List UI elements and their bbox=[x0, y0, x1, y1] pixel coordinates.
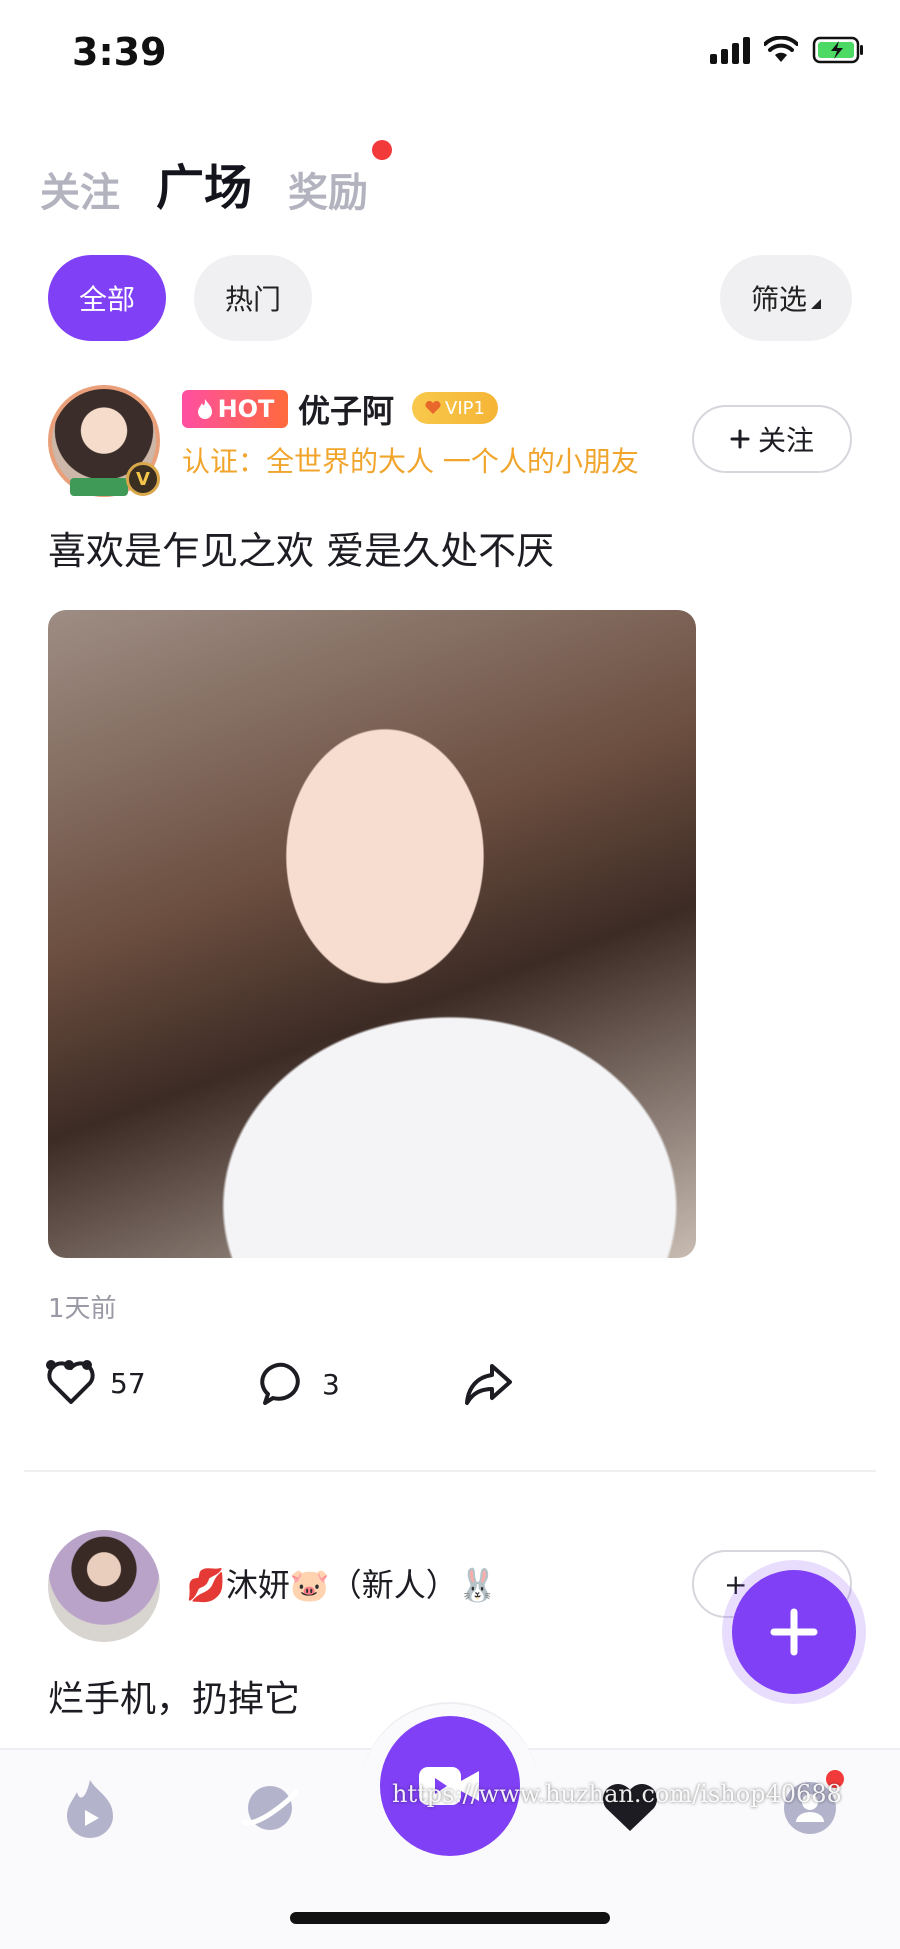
planet-icon bbox=[241, 1786, 299, 1830]
avatar-frame-ornament bbox=[70, 478, 128, 496]
filter-chip-all[interactable]: 全部 bbox=[48, 255, 166, 341]
status-time: 3:39 bbox=[72, 30, 167, 74]
heart-outline-icon bbox=[47, 1361, 95, 1404]
create-post-fab-inner bbox=[732, 1570, 856, 1694]
post-2-text: 烂手机，扔掉它 bbox=[48, 1679, 301, 1720]
nav-discover[interactable] bbox=[240, 1778, 300, 1838]
filter-chip-hot[interactable]: 热门 bbox=[194, 255, 312, 341]
status-bar: 3:39 bbox=[0, 0, 900, 110]
create-post-fab[interactable] bbox=[722, 1560, 866, 1704]
more-icon[interactable] bbox=[46, 1360, 856, 1370]
post-1-certification: 认证：全世界的大人 一个人的小朋友 bbox=[182, 445, 639, 478]
signal-icon bbox=[710, 36, 750, 64]
vip-badge: VIP1 bbox=[412, 392, 498, 424]
comment-button[interactable]: 3 bbox=[260, 1360, 340, 1408]
comment-count: 3 bbox=[322, 1367, 340, 1401]
watermark: https://www.huzhan.com/ishop40688 bbox=[392, 1780, 842, 1808]
like-button[interactable]: 57 bbox=[46, 1360, 146, 1406]
vip-badge-label: VIP1 bbox=[445, 397, 485, 419]
hot-badge-label: HOT bbox=[217, 395, 275, 423]
follow-button[interactable]: 关注 bbox=[692, 405, 852, 473]
nav-home[interactable] bbox=[60, 1778, 120, 1838]
home-indicator bbox=[290, 1912, 610, 1924]
tab-rewards[interactable]: 奖励 bbox=[288, 160, 368, 218]
caret-icon bbox=[811, 299, 821, 309]
verified-v-icon: V bbox=[126, 462, 160, 496]
plus-icon bbox=[770, 1608, 818, 1656]
share-icon bbox=[465, 1364, 512, 1405]
crown-heart-icon bbox=[425, 401, 441, 414]
rewards-notification-dot bbox=[372, 140, 392, 160]
tab-square[interactable]: 广场 bbox=[156, 148, 252, 218]
wifi-icon bbox=[764, 36, 798, 62]
filter-dropdown-button[interactable]: 筛选 bbox=[720, 255, 852, 341]
flame-icon bbox=[67, 1780, 113, 1838]
post-1-photo[interactable] bbox=[48, 610, 696, 1258]
post-1-actions: 57 3 bbox=[46, 1360, 856, 1416]
tab-follow[interactable]: 关注 bbox=[40, 160, 120, 218]
post-1-text: 喜欢是乍见之欢 爱是久处不厌 bbox=[48, 529, 555, 573]
post-2-avatar[interactable] bbox=[48, 1530, 160, 1642]
post-1-username[interactable]: 优子阿 bbox=[298, 386, 394, 432]
filter-dropdown-label: 筛选 bbox=[750, 283, 807, 316]
post-2-username[interactable]: 💋沐妍🐷（新人）🐰 bbox=[186, 1560, 498, 1606]
battery-charging-icon bbox=[812, 36, 863, 64]
like-count: 57 bbox=[110, 1366, 146, 1400]
flame-icon bbox=[197, 399, 212, 419]
top-tabs: 关注 广场 奖励 bbox=[40, 148, 368, 218]
share-button[interactable] bbox=[462, 1360, 514, 1408]
follow-button-label: 关注 bbox=[757, 424, 814, 457]
plus-icon bbox=[730, 429, 750, 449]
status-icons bbox=[710, 36, 864, 64]
comment-icon bbox=[260, 1362, 300, 1405]
hot-badge: HOT bbox=[182, 390, 288, 428]
post-divider bbox=[24, 1470, 876, 1472]
post-1-timestamp: 1天前 bbox=[48, 1294, 117, 1324]
